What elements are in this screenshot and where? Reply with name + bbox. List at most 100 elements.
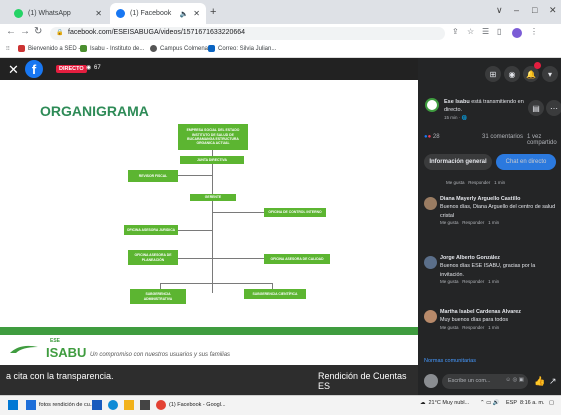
org-box-revisor: REVISOR FISCAL [128,170,178,182]
commenter-name[interactable]: Martha Isabel Cardenas Alvarez [440,308,558,316]
viewers-eye-icon: ◉ [86,65,92,71]
connector-line [212,164,213,194]
slide-green-band [0,327,418,335]
connector-line [212,201,213,293]
page-name[interactable]: Ese Isabu [444,99,470,105]
post-time: 15 min · 🌐 [444,114,468,120]
back-icon[interactable]: ← [6,26,16,37]
avatar[interactable] [424,310,437,323]
profile-avatar[interactable] [512,28,522,38]
minimize-button[interactable]: – [514,5,519,15]
comment-text: Buenos días ESE ISABU, gracias por la in… [440,263,536,278]
reading-list-icon[interactable]: ☰ [482,27,489,36]
close-window-button[interactable]: ✕ [549,5,557,16]
tray-icons[interactable]: ⌃ ▭ 🔊 [480,400,500,406]
weather-widget[interactable]: ☁ 21°C Muy nubl... [420,400,469,406]
slide-title: ORGANIGRAMA [40,103,149,119]
page-avatar[interactable] [425,98,439,112]
tab-search-icon[interactable]: ∨ [496,5,503,16]
tab-facebook[interactable]: (1) Facebook 🔈 ✕ [110,3,206,24]
org-box-gerente: GERENTE [190,194,236,201]
org-box-administrativa: SUBGERENCIA ADMINISTRATIVA [130,289,186,304]
notification-badge [534,62,541,69]
account-menu-icon[interactable]: ▾ [542,66,558,82]
video-player[interactable]: ✕ f DIRECTO ◉ 67 ORGANIGRAMA EMPRESA SOC… [0,58,418,395]
apps-icon[interactable]: ⁝⁝ [6,45,10,52]
url-input[interactable]: 🔒 facebook.com/ESEISABUGA/videos/1571671… [50,27,445,40]
reload-icon[interactable]: ↻ [34,26,42,37]
taskbar-chrome[interactable]: (1) Facebook - Googl... [156,400,226,410]
sidepanel-icon[interactable]: ▯ [497,27,501,36]
bookmark-isabu[interactable]: Isabu - Instituto de... [80,45,144,52]
close-tab-icon[interactable]: ✕ [95,9,102,18]
viewer-count: 67 [94,65,101,71]
photos-icon [26,400,36,410]
campus-icon [150,45,157,52]
org-box-control: OFICINA DE CONTROL INTERNO [264,208,326,217]
save-icon[interactable]: ▤ [528,100,544,116]
audio-icon[interactable]: 🔈 [180,10,189,18]
bookmark-sed[interactable]: Bienvenido a SED -... [18,45,85,52]
clock[interactable]: 8:16 a. m. [520,400,544,406]
address-toolbar: ← → ↻ 🔒 facebook.com/ESEISABUGA/videos/1… [0,24,561,42]
logo-text: ISABU [46,345,87,360]
edge-icon[interactable] [108,400,118,410]
shares-count[interactable]: 1 vez compartido [527,134,561,146]
reaction-count[interactable]: 28 [433,134,440,140]
new-tab-button[interactable]: + [210,6,216,18]
maximize-button[interactable]: □ [532,5,537,15]
avatar[interactable] [424,256,437,269]
lock-icon: 🔒 [56,30,64,36]
like-thumb-icon[interactable]: 👍 [534,376,545,387]
org-box-root: EMPRESA SOCIAL DEL ESTADO INSTITUTO DE S… [178,124,248,150]
close-tab-icon[interactable]: ✕ [193,9,200,18]
tab-live-chat[interactable]: Chat en directo [496,154,556,170]
bookmark-correo[interactable]: Correo: Silvia Julian... [208,45,276,52]
messenger-icon[interactable]: ◉ [504,66,520,82]
language-indicator[interactable]: ESP [506,400,517,406]
emoji-icons[interactable]: ☺ ◎ ▣ [505,377,524,383]
ticker-left-text: a cita con la transparencia. [6,371,114,381]
community-norms-link[interactable]: Normas comunitarias [424,358,476,364]
isabu-icon [80,45,87,52]
comment-input[interactable]: Escribe un com... ☺ ◎ ▣ [442,374,528,389]
news-ticker: a cita con la transparencia. Rendición d… [0,365,418,395]
bookmark-label: Campus Colmena [160,45,209,52]
bookmark-campus[interactable]: Campus Colmena [150,45,208,52]
connector-line [212,258,264,259]
share-arrow-icon[interactable]: ↗ [549,376,557,387]
facebook-logo-icon[interactable]: f [25,60,43,78]
commenter-name[interactable]: Diana Mayerly Arguello Castillo [440,195,558,203]
whatsapp-icon [14,9,23,18]
file-explorer-icon[interactable] [124,400,134,410]
comment-text: Muy buenos días para todos [440,317,509,324]
taskbar-app-icon[interactable] [92,400,102,410]
forward-icon[interactable]: → [20,26,30,37]
notifications-center-icon[interactable]: ▢ [549,400,554,406]
comment-meta: Me gusta Responder 1 min [440,324,500,330]
love-reaction-icon: ● [427,134,432,140]
taskbar-photos[interactable]: fotos rendición de cu... [26,400,94,410]
comments-count[interactable]: 31 comentarios [482,134,523,140]
tab-whatsapp[interactable]: (1) WhatsApp ✕ [8,3,108,24]
more-options-icon[interactable]: ⋯ [546,100,561,116]
url-text: facebook.com/ESEISABUGA/videos/157167163… [68,29,246,36]
live-notice: Ese Isabu está transmitiendo en directo.… [444,98,524,121]
store-icon[interactable] [140,400,150,410]
connector-line [178,230,212,231]
apps-grid-icon[interactable]: ⊞ [485,66,501,82]
slogan: Un compromiso con nuestros usuarios y su… [90,352,231,358]
menu-dots-icon[interactable]: ⋮ [530,27,538,36]
comment-meta: Me gusta Responder 1 min [440,279,500,285]
windows-start-icon[interactable] [8,400,18,410]
connector-line [160,283,272,284]
close-video-icon[interactable]: ✕ [8,62,19,78]
commenter-name[interactable]: Jorge Alberto González [440,254,558,262]
tab-general-info[interactable]: Información general [424,154,492,170]
avatar[interactable] [424,197,437,210]
bookmark-star-icon[interactable]: ☆ [467,27,474,36]
ticker-right-text: Rendición de Cuentas ES [318,371,407,391]
share-icon[interactable]: ⇪ [452,27,459,36]
tab-label: (1) Facebook [130,10,172,17]
sed-icon [18,45,25,52]
